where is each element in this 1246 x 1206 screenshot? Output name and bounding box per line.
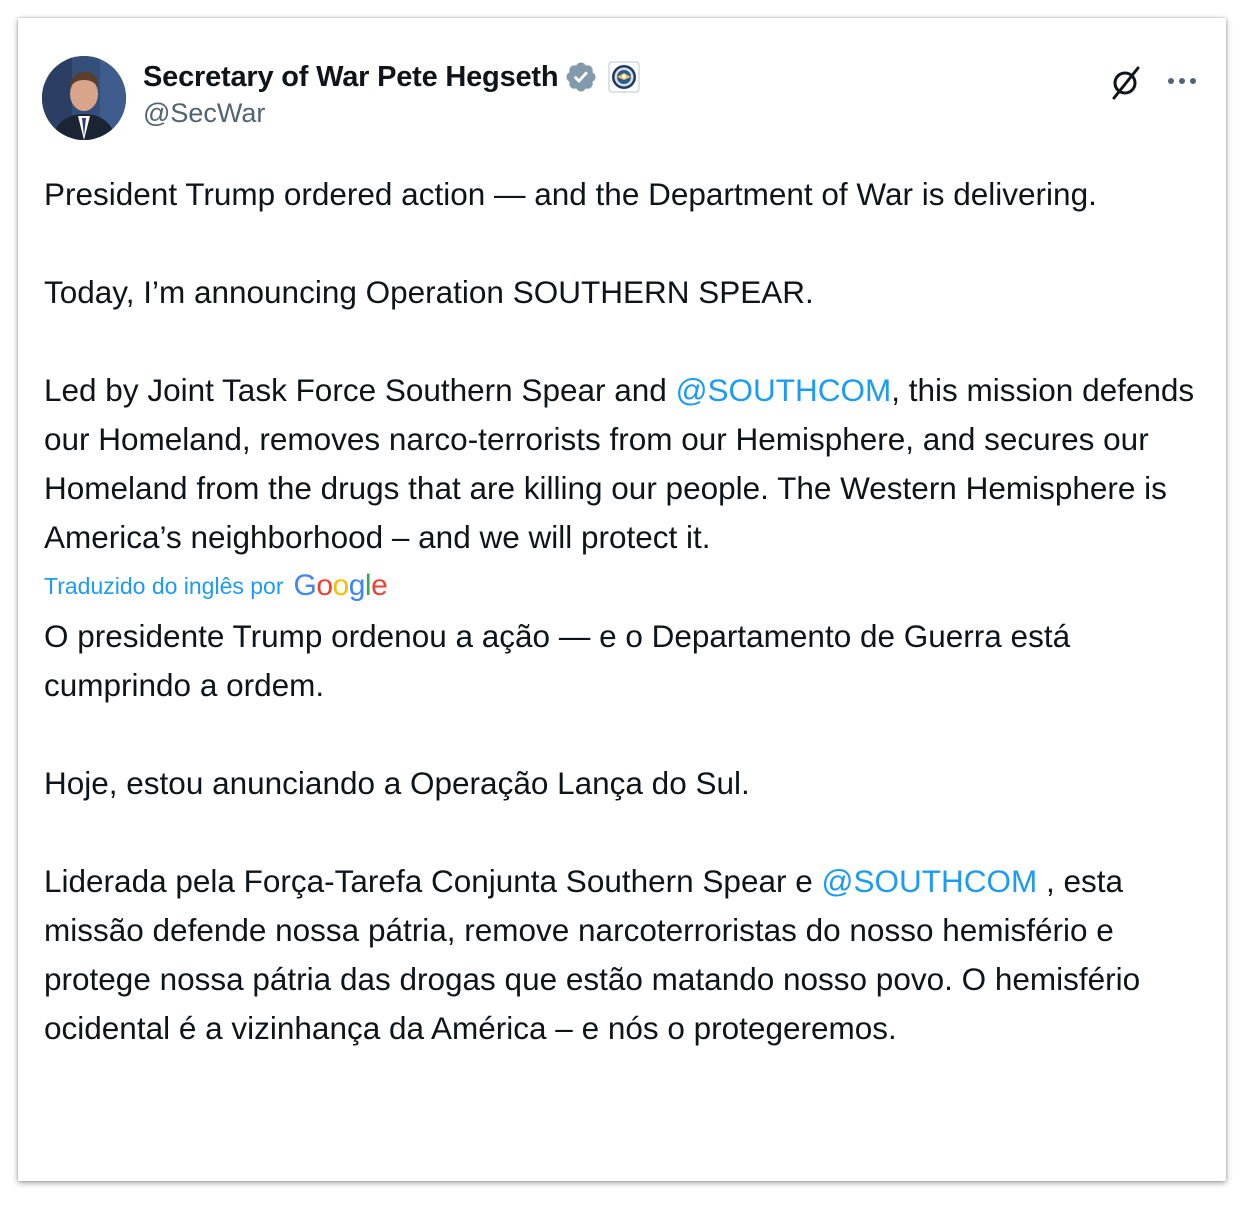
translated-paragraph-2: Hoje, estou anunciando a Operação Lança … [44,765,750,801]
avatar[interactable] [42,56,126,140]
google-logo: Google [293,569,388,602]
avatar-image [42,56,126,140]
translated-paragraph-3: Liderada pela Força-Tarefa Conjunta Sout… [44,857,1214,1053]
tweet-paragraph-3: Led by Joint Task Force Southern Spear a… [44,366,1214,562]
author-block: Secretary of War Pete Hegseth @SecWar [143,58,640,129]
display-name-row: Secretary of War Pete Hegseth [143,58,640,96]
translated-paragraph-3-lead: Liderada pela Força-Tarefa Conjunta Sout… [44,863,822,899]
translated-paragraph-1: O presidente Trump ordenou a ação — e o … [44,618,1071,703]
southcom-mention-link-translated[interactable]: @SOUTHCOM [822,863,1038,899]
translation-attribution: Traduzido do inglês por Google [44,560,1214,612]
tweet-paragraph-1: President Trump ordered action — and the… [44,176,1097,212]
tweet-card: Secretary of War Pete Hegseth @SecWar Pr… [18,18,1226,1181]
tweet-body: President Trump ordered action — and the… [44,170,1214,1053]
display-name[interactable]: Secretary of War Pete Hegseth [143,61,559,94]
grok-icon[interactable] [1106,62,1146,102]
tweet-paragraph-3-lead: Led by Joint Task Force Southern Spear a… [44,372,676,408]
more-options-icon[interactable] [1162,66,1202,96]
department-seal-icon[interactable] [608,61,640,93]
tweet-header: Secretary of War Pete Hegseth @SecWar [42,56,1202,142]
southcom-mention-link[interactable]: @SOUTHCOM [676,372,892,408]
translated-by-label[interactable]: Traduzido do inglês por [44,573,284,600]
tweet-paragraph-2: Today, I’m announcing Operation SOUTHERN… [44,274,814,310]
handle[interactable]: @SecWar [143,98,640,129]
verified-badge-icon [564,60,598,94]
